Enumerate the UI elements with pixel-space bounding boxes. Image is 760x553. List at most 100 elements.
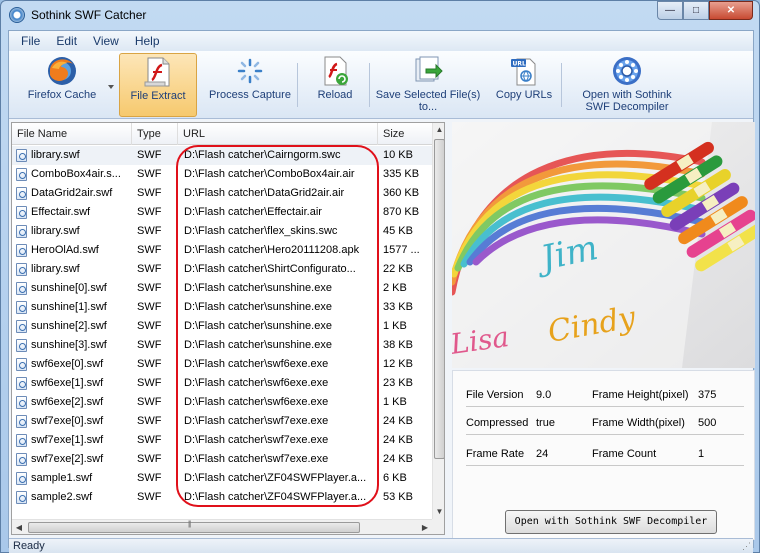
copy-urls-label: Copy URLs [495,89,553,101]
swf-preview: Jim Lisa Cindy [452,122,755,368]
scroll-right-icon[interactable]: ▶ [418,520,432,534]
maximize-button[interactable]: □ [683,1,709,20]
table-row[interactable]: library.swf SWF D:\Flash catcher\Cairngorm… [12,146,432,165]
file-name-cell: sample2.swf [31,491,93,503]
table-row[interactable]: DataGrid2air.swf SWF D:\Flash catcher\Data… [12,184,432,203]
table-row[interactable]: swf6exe[0].swf SWF D:\Flash catcher\swf6ex… [12,355,432,374]
table-row[interactable]: library.swf SWF D:\Flash catcher\flex_skin… [12,222,432,241]
file-type-cell: SWF [137,244,162,256]
file-type-cell: SWF [137,282,162,294]
menu-help[interactable]: Help [127,34,168,48]
scroll-thumb[interactable] [434,139,444,459]
vertical-scrollbar[interactable]: ▲ ▼ [432,123,444,519]
file-type-cell: SWF [137,206,162,218]
open-with-decompiler-panel-button[interactable]: Open with Sothink SWF Decompiler [505,510,717,534]
table-row[interactable]: sunshine[1].swf SWF D:\Flash catcher\sunsh… [12,298,432,317]
chevron-down-icon[interactable] [108,85,114,89]
open-with-decompiler-button[interactable]: Open with Sothink SWF Decompiler [571,53,683,117]
file-size-cell: 33 KB [383,301,413,313]
process-capture-label: Process Capture [209,89,291,101]
table-row[interactable]: sunshine[3].swf SWF D:\Flash catcher\sunsh… [12,336,432,355]
title-bar[interactable]: Sothink SWF Catcher — □ ✕ [1,1,759,29]
column-type[interactable]: Type [132,123,178,145]
file-size-cell: 10 KB [383,149,413,161]
file-type-cell: SWF [137,339,162,351]
process-capture-icon [237,58,263,84]
status-text: Ready [13,540,45,552]
toolbar-separator [297,63,298,107]
swf-file-icon [16,187,27,200]
scroll-left-icon[interactable]: ◀ [12,520,26,534]
table-row[interactable]: sample2.swf SWF D:\Flash catcher\ZF04SWFPl… [12,488,432,507]
file-extract-button[interactable]: File Extract [119,53,197,117]
file-url-cell: D:\Flash catcher\swf7exe.exe [184,453,329,465]
swf-file-icon [16,415,27,428]
resize-grip-icon[interactable]: ⋰ [742,541,751,552]
file-type-cell: SWF [137,263,162,275]
svg-text:URL: URL [513,61,526,68]
frame-count-label: Frame Count [592,448,657,460]
menu-edit[interactable]: Edit [48,34,85,48]
file-name-cell: library.swf [31,149,80,161]
minimize-button[interactable]: — [657,1,683,20]
file-type-cell: SWF [137,415,162,427]
file-size-cell: 38 KB [383,339,413,351]
scroll-thumb-horizontal[interactable] [28,522,360,533]
file-url-cell: D:\Flash catcher\ZF04SWFPlayer.a... [184,491,367,503]
close-button[interactable]: ✕ [709,1,753,20]
horizontal-scrollbar[interactable]: ◀ ||| ▶ [12,519,432,534]
file-size-cell: 23 KB [383,377,413,389]
table-row[interactable]: swf6exe[2].swf SWF D:\Flash catcher\swf6ex… [12,393,432,412]
column-file-name[interactable]: File Name [12,123,132,145]
file-url-cell: D:\Flash catcher\swf7exe.exe [184,415,329,427]
reload-icon [324,56,348,86]
save-selected-button[interactable]: Save Selected File(s) to... [373,53,483,117]
table-row[interactable]: ComboBox4air.s... SWF D:\Flash catcher\Com… [12,165,432,184]
column-size[interactable]: Size [378,123,432,145]
reload-button[interactable]: Reload [307,53,363,117]
swf-file-icon [16,434,27,447]
file-name-cell: swf7exe[0].swf [31,415,104,427]
menu-file[interactable]: File [13,34,48,48]
table-row[interactable]: Effectair.swf SWF D:\Flash catcher\Effecta… [12,203,432,222]
file-size-cell: 24 KB [383,415,413,427]
file-size-cell: 45 KB [383,225,413,237]
process-capture-button[interactable]: Process Capture [201,53,299,117]
file-name-cell: swf6exe[2].swf [31,396,104,408]
table-row[interactable]: sunshine[0].swf SWF D:\Flash catcher\sunsh… [12,279,432,298]
column-url[interactable]: URL [178,123,378,145]
file-name-cell: sunshine[2].swf [31,320,107,332]
scroll-down-icon[interactable]: ▼ [433,505,444,519]
table-row[interactable]: swf7exe[0].swf SWF D:\Flash catcher\swf7ex… [12,412,432,431]
file-name-cell: library.swf [31,225,80,237]
file-size-cell: 1 KB [383,396,407,408]
menu-view[interactable]: View [85,34,127,48]
file-type-cell: SWF [137,472,162,484]
table-row[interactable]: swf6exe[1].swf SWF D:\Flash catcher\swf6ex… [12,374,432,393]
file-name-cell: sunshine[3].swf [31,339,107,351]
copy-urls-button[interactable]: URL Copy URLs [493,53,555,117]
swf-file-icon [16,320,27,333]
swf-file-icon [16,358,27,371]
table-row[interactable]: sample1.swf SWF D:\Flash catcher\ZF04SWFPl… [12,469,432,488]
firefox-icon [48,57,76,85]
file-url-cell: D:\Flash catcher\swf7exe.exe [184,434,329,446]
file-name-cell: ComboBox4air.s... [31,168,121,180]
table-row[interactable]: swf7exe[2].swf SWF D:\Flash catcher\swf7ex… [12,450,432,469]
file-size-cell: 12 KB [383,358,413,370]
scroll-up-icon[interactable]: ▲ [433,123,444,137]
table-row[interactable]: HeroOlAd.swf SWF D:\Flash catcher\Hero2011… [12,241,432,260]
table-row[interactable]: library.swf SWF D:\Flash catcher\ShirtConf… [12,260,432,279]
file-size-cell: 360 KB [383,187,420,199]
window-title: Sothink SWF Catcher [31,8,147,22]
file-name-cell: swf7exe[1].swf [31,434,104,446]
file-url-cell: D:\Flash catcher\flex_skins.swc [184,225,338,237]
firefox-cache-button[interactable]: Firefox Cache [21,53,103,117]
open-with-decompiler-label: Open with Sothink [582,89,672,101]
table-row[interactable]: sunshine[2].swf SWF D:\Flash catcher\sunsh… [12,317,432,336]
menu-bar: File Edit View Help [9,31,753,51]
file-size-cell: 2 KB [383,282,407,294]
table-row[interactable]: swf7exe[1].swf SWF D:\Flash catcher\swf7ex… [12,431,432,450]
file-type-cell: SWF [137,168,162,180]
reload-label: Reload [317,89,353,101]
